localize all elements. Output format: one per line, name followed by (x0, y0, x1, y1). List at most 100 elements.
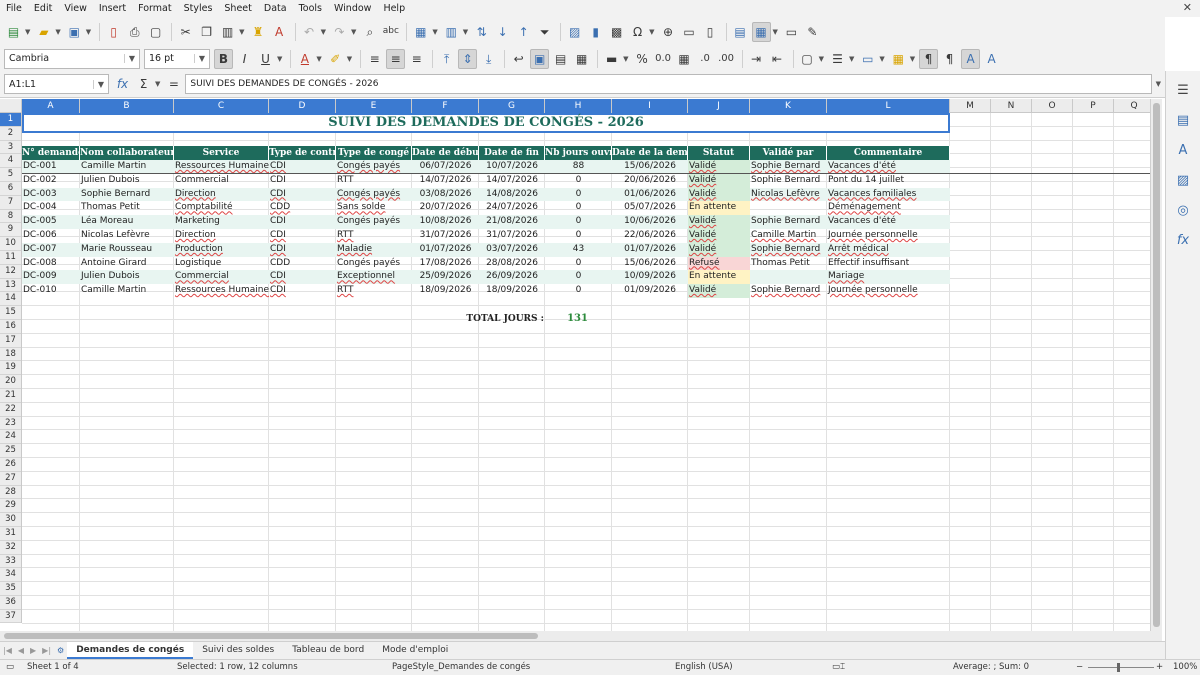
table-cell[interactable]: DC-010 (22, 284, 80, 298)
paste-icon[interactable]: ▥ (218, 22, 237, 42)
table-cell[interactable]: Mariage (827, 270, 950, 284)
row-header-30[interactable]: 30 (0, 513, 21, 527)
table-cell[interactable]: 43 (545, 243, 612, 257)
status-cell[interactable]: En attente (688, 270, 750, 285)
bold-icon[interactable]: B (214, 48, 233, 69)
font-color-dropdown[interactable]: ▼ (316, 55, 321, 63)
table-cell[interactable]: Ressources Humaines (174, 284, 269, 298)
autofilter-icon[interactable]: ⏷ (535, 22, 554, 42)
comment-icon[interactable]: ▭ (680, 22, 699, 42)
close-icon[interactable]: ✕ (1183, 1, 1192, 14)
table-cell[interactable]: Sophie Bernard (750, 284, 827, 298)
total-label[interactable]: TOTAL JOURS : (412, 312, 544, 326)
select-all-corner[interactable] (0, 99, 22, 113)
menu-data[interactable]: Data (258, 0, 293, 17)
column-header-a[interactable]: A (22, 99, 80, 113)
function-wizard-icon[interactable]: fx (113, 74, 132, 94)
show-draw-functions-icon[interactable]: ✎ (803, 22, 822, 42)
row-header-4[interactable]: 4 (0, 154, 21, 169)
column-header-n[interactable]: N (991, 99, 1032, 113)
table-cell[interactable]: Commercial (174, 270, 269, 284)
table-cell[interactable]: 18/09/2026 (479, 284, 545, 298)
font-name-box[interactable]: Cambria ▼ (4, 48, 140, 69)
border-color-icon[interactable]: ▭ (858, 49, 877, 69)
menu-icon[interactable]: ☰ (1177, 83, 1189, 101)
open-dropdown[interactable]: ▼ (55, 28, 60, 36)
freeze-dropdown[interactable]: ▼ (773, 28, 778, 36)
table-cell[interactable]: Arrêt médical (827, 243, 950, 257)
table-cell[interactable]: 10/06/2026 (612, 215, 688, 229)
align-bottom-icon[interactable]: ⤓ (479, 49, 498, 69)
status-cell[interactable]: Validé (688, 187, 750, 202)
border-style-dropdown[interactable]: ▼ (849, 55, 854, 63)
table-cell[interactable]: 05/07/2026 (612, 201, 688, 215)
column-title-cell[interactable]: Service (174, 146, 269, 160)
text-ltr-icon[interactable]: ¶ (919, 48, 939, 69)
table-cell[interactable]: 31/07/2026 (412, 229, 479, 243)
row-header-24[interactable]: 24 (0, 430, 21, 445)
navigator-icon[interactable]: ◎ (1177, 203, 1188, 221)
column-dropdown[interactable]: ▼ (463, 28, 468, 36)
table-cell[interactable]: CDI (269, 270, 336, 284)
find-replace-icon[interactable]: ⌕ (360, 22, 379, 42)
row-header-32[interactable]: 32 (0, 541, 21, 555)
table-cell[interactable]: 10/09/2026 (612, 270, 688, 284)
highlight-color-icon[interactable]: ✐ (326, 49, 345, 69)
spelling-icon[interactable]: abc (381, 22, 400, 42)
table-cell[interactable]: 06/07/2026 (412, 160, 479, 174)
column-header-l[interactable]: L (827, 99, 950, 113)
add-decimal-icon[interactable]: .0 (696, 49, 715, 69)
sheet-title[interactable]: SUIVI DES DEMANDES DE CONGÉS - 2026 (22, 113, 950, 133)
column-title-cell[interactable]: Statut (688, 146, 750, 160)
undo-dropdown[interactable]: ▼ (321, 28, 326, 36)
row-header-10[interactable]: 10 (0, 237, 21, 251)
wrap-text-icon[interactable]: ↩ (509, 49, 528, 69)
functions-icon[interactable]: fx (1177, 233, 1189, 251)
status-cell[interactable]: Validé (688, 173, 750, 188)
align-center-icon[interactable]: ≡ (386, 48, 406, 69)
table-cell[interactable]: Comptabilité (174, 201, 269, 215)
row-header-9[interactable]: 9 (0, 223, 21, 238)
table-cell[interactable]: 20/07/2026 (412, 201, 479, 215)
save-icon[interactable]: ▣ (65, 22, 84, 42)
table-cell[interactable]: 01/06/2026 (612, 188, 688, 202)
row-header-11[interactable]: 11 (0, 251, 21, 265)
row-header-37[interactable]: 37 (0, 610, 21, 624)
table-cell[interactable]: Vacances d'été (827, 160, 950, 174)
row-header-22[interactable]: 22 (0, 403, 21, 417)
cut-icon[interactable]: ✂ (176, 22, 195, 42)
table-cell[interactable]: Marketing (174, 215, 269, 229)
row-header-13[interactable]: 13 (0, 279, 21, 293)
row-header-34[interactable]: 34 (0, 568, 21, 583)
table-cell[interactable]: Julien Dubois (80, 270, 174, 284)
table-cell[interactable]: CDD (269, 201, 336, 215)
horizontal-scrollbar[interactable] (0, 631, 1162, 641)
header-footer-icon[interactable]: ▯ (701, 22, 720, 42)
table-cell[interactable]: Nicolas Lefèvre (750, 188, 827, 202)
row-header-29[interactable]: 29 (0, 499, 21, 514)
table-cell[interactable]: 03/07/2026 (479, 243, 545, 257)
column-header-q[interactable]: Q (1114, 99, 1150, 113)
merge-cells-icon[interactable]: ▤ (551, 49, 570, 69)
row-header-2[interactable]: 2 (0, 127, 21, 141)
table-cell[interactable]: 03/08/2026 (412, 188, 479, 202)
table-cell[interactable]: 25/09/2026 (412, 270, 479, 284)
merge-center-icon[interactable]: ▣ (530, 48, 550, 69)
cell-area[interactable]: SUIVI DES DEMANDES DE CONGÉS - 2026 N° d… (22, 113, 1150, 631)
table-cell[interactable] (750, 270, 827, 284)
column-header-d[interactable]: D (269, 99, 336, 113)
font-color-icon[interactable]: A (295, 49, 314, 69)
currency-icon[interactable]: ▬ (602, 49, 621, 69)
table-cell[interactable]: CDI (269, 243, 336, 257)
column-header-k[interactable]: K (750, 99, 827, 113)
zoom-out-icon[interactable]: − (1076, 662, 1083, 672)
table-cell[interactable]: Direction (174, 229, 269, 243)
name-box[interactable]: A1:L1 ▼ (4, 74, 109, 94)
menu-insert[interactable]: Insert (93, 0, 132, 17)
table-cell[interactable]: 14/08/2026 (479, 188, 545, 202)
language[interactable]: English (USA) (675, 662, 733, 672)
row-header-21[interactable]: 21 (0, 389, 21, 403)
table-cell[interactable]: DC-005 (22, 215, 80, 229)
unmerge-cells-icon[interactable]: ▦ (572, 49, 591, 69)
menu-styles[interactable]: Styles (178, 0, 219, 17)
